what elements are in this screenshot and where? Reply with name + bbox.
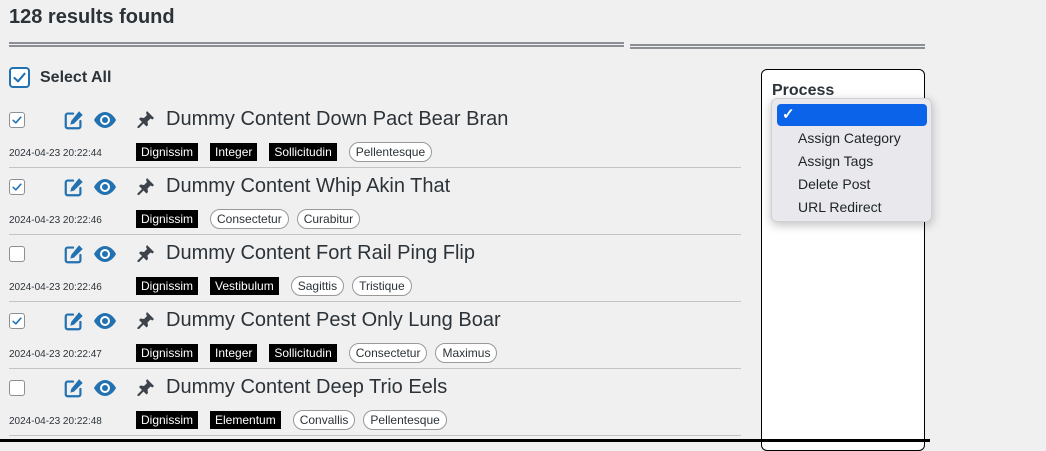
post-row: Dummy Content Fort Rail Ping Flip 2024-04… bbox=[9, 235, 741, 302]
divider-left bbox=[9, 42, 624, 47]
category-tag[interactable]: Dignissim bbox=[136, 143, 199, 161]
row-divider bbox=[9, 435, 741, 436]
post-tag[interactable]: Pellentesque bbox=[363, 410, 447, 430]
pin-icon[interactable] bbox=[136, 176, 156, 196]
post-timestamp: 2024-04-23 20:22:48 bbox=[9, 416, 102, 427]
checkmark-icon bbox=[13, 72, 26, 83]
category-tag[interactable]: Sollicitudin bbox=[269, 143, 337, 161]
eye-icon[interactable] bbox=[93, 177, 117, 197]
post-row: Dummy Content Down Pact Bear Bran 2024-04… bbox=[9, 101, 741, 168]
dropdown-option[interactable]: Delete Post bbox=[777, 173, 927, 195]
post-timestamp: 2024-04-23 20:22:46 bbox=[9, 282, 102, 293]
post-tag[interactable]: Pellentesque bbox=[348, 142, 433, 162]
post-tag[interactable]: Consectetur bbox=[348, 343, 428, 363]
category-tag[interactable]: Dignissim bbox=[136, 411, 199, 429]
category-tag[interactable]: Elementum bbox=[210, 411, 281, 429]
eye-icon[interactable] bbox=[93, 244, 117, 264]
post-tag[interactable]: Maximus bbox=[435, 343, 498, 363]
edit-icon[interactable] bbox=[63, 176, 85, 198]
post-tags: Dignissim Consectetur Curabitur bbox=[136, 209, 368, 229]
post-checkbox[interactable] bbox=[9, 246, 25, 262]
dropdown-option-label: Delete Post bbox=[798, 176, 871, 192]
checkmark-icon: ✓ bbox=[782, 106, 795, 123]
post-tags: Dignissim Elementum Convallis Pellentesque bbox=[136, 410, 455, 430]
post-tag[interactable]: Convallis bbox=[292, 410, 356, 430]
edit-icon[interactable] bbox=[63, 310, 85, 332]
pin-icon[interactable] bbox=[136, 377, 156, 397]
category-tag[interactable]: Vestibulum bbox=[210, 277, 279, 295]
dropdown-option-label: URL Redirect bbox=[798, 199, 882, 215]
category-tag[interactable]: Dignissim bbox=[136, 344, 199, 362]
edit-icon[interactable] bbox=[63, 243, 85, 265]
category-tag[interactable]: Integer bbox=[210, 344, 258, 362]
post-checkbox[interactable] bbox=[9, 380, 25, 396]
select-all-label[interactable]: Select All bbox=[40, 69, 111, 87]
dropdown-option[interactable]: Assign Category bbox=[777, 127, 927, 149]
post-title[interactable]: Dummy Content Down Pact Bear Bran bbox=[166, 108, 508, 131]
dropdown-option[interactable]: URL Redirect bbox=[777, 196, 927, 218]
pin-icon[interactable] bbox=[136, 310, 156, 330]
post-checkbox[interactable] bbox=[9, 112, 25, 128]
post-timestamp: 2024-04-23 20:22:46 bbox=[9, 215, 102, 226]
post-row: Dummy Content Pest Only Lung Boar 2024-04… bbox=[9, 302, 741, 369]
dropdown-option-label: Assign Category bbox=[798, 130, 901, 146]
post-tag[interactable]: Consectetur bbox=[210, 209, 289, 229]
post-checkbox[interactable] bbox=[9, 179, 25, 195]
checkmark-icon bbox=[12, 116, 22, 124]
post-row: Dummy Content Whip Akin That 2024-04-23 2… bbox=[9, 168, 741, 235]
select-all-checkbox[interactable] bbox=[9, 67, 30, 88]
pin-icon[interactable] bbox=[136, 243, 156, 263]
post-timestamp: 2024-04-23 20:22:44 bbox=[9, 148, 102, 159]
eye-icon[interactable] bbox=[93, 378, 117, 398]
eye-icon[interactable] bbox=[93, 110, 117, 130]
checkmark-icon bbox=[12, 183, 22, 191]
eye-icon[interactable] bbox=[93, 311, 117, 331]
post-tags: Dignissim Vestibulum Sagittis Tristique bbox=[136, 276, 420, 296]
select-all-control[interactable]: Select All bbox=[9, 67, 111, 88]
post-title[interactable]: Dummy Content Fort Rail Ping Flip bbox=[166, 242, 475, 265]
edit-icon[interactable] bbox=[63, 377, 85, 399]
results-count-heading: 128 results found bbox=[9, 6, 175, 28]
post-title[interactable]: Dummy Content Whip Akin That bbox=[166, 175, 450, 198]
post-title[interactable]: Dummy Content Deep Trio Eels bbox=[166, 376, 447, 399]
post-tag[interactable]: Tristique bbox=[352, 276, 412, 296]
dropdown-option[interactable]: Assign Tags bbox=[777, 150, 927, 172]
checkmark-icon bbox=[12, 317, 22, 325]
dropdown-option[interactable]: ✓ bbox=[777, 104, 927, 126]
post-tags: Dignissim Integer Sollicitudin Consectetur M… bbox=[136, 343, 505, 363]
edit-icon[interactable] bbox=[63, 109, 85, 131]
divider-right bbox=[630, 44, 925, 49]
post-title[interactable]: Dummy Content Pest Only Lung Boar bbox=[166, 309, 501, 332]
post-tag[interactable]: Sagittis bbox=[290, 276, 345, 296]
post-row: Dummy Content Deep Trio Eels 2024-04-23 2… bbox=[9, 369, 741, 436]
pin-icon[interactable] bbox=[136, 109, 156, 129]
dropdown-option-label: Assign Tags bbox=[798, 153, 874, 169]
category-tag[interactable]: Sollicitudin bbox=[269, 344, 337, 362]
post-checkbox[interactable] bbox=[9, 313, 25, 329]
category-tag[interactable]: Integer bbox=[210, 143, 258, 161]
process-dropdown-menu[interactable]: ✓ Assign Category Assign Tags Delete Post UR… bbox=[771, 98, 932, 222]
post-tag[interactable]: Curabitur bbox=[296, 209, 361, 229]
post-timestamp: 2024-04-23 20:22:47 bbox=[9, 349, 102, 360]
category-tag[interactable]: Dignissim bbox=[136, 277, 199, 295]
post-tags: Dignissim Integer Sollicitudin Pellentesque bbox=[136, 142, 440, 162]
category-tag[interactable]: Dignissim bbox=[136, 210, 199, 228]
